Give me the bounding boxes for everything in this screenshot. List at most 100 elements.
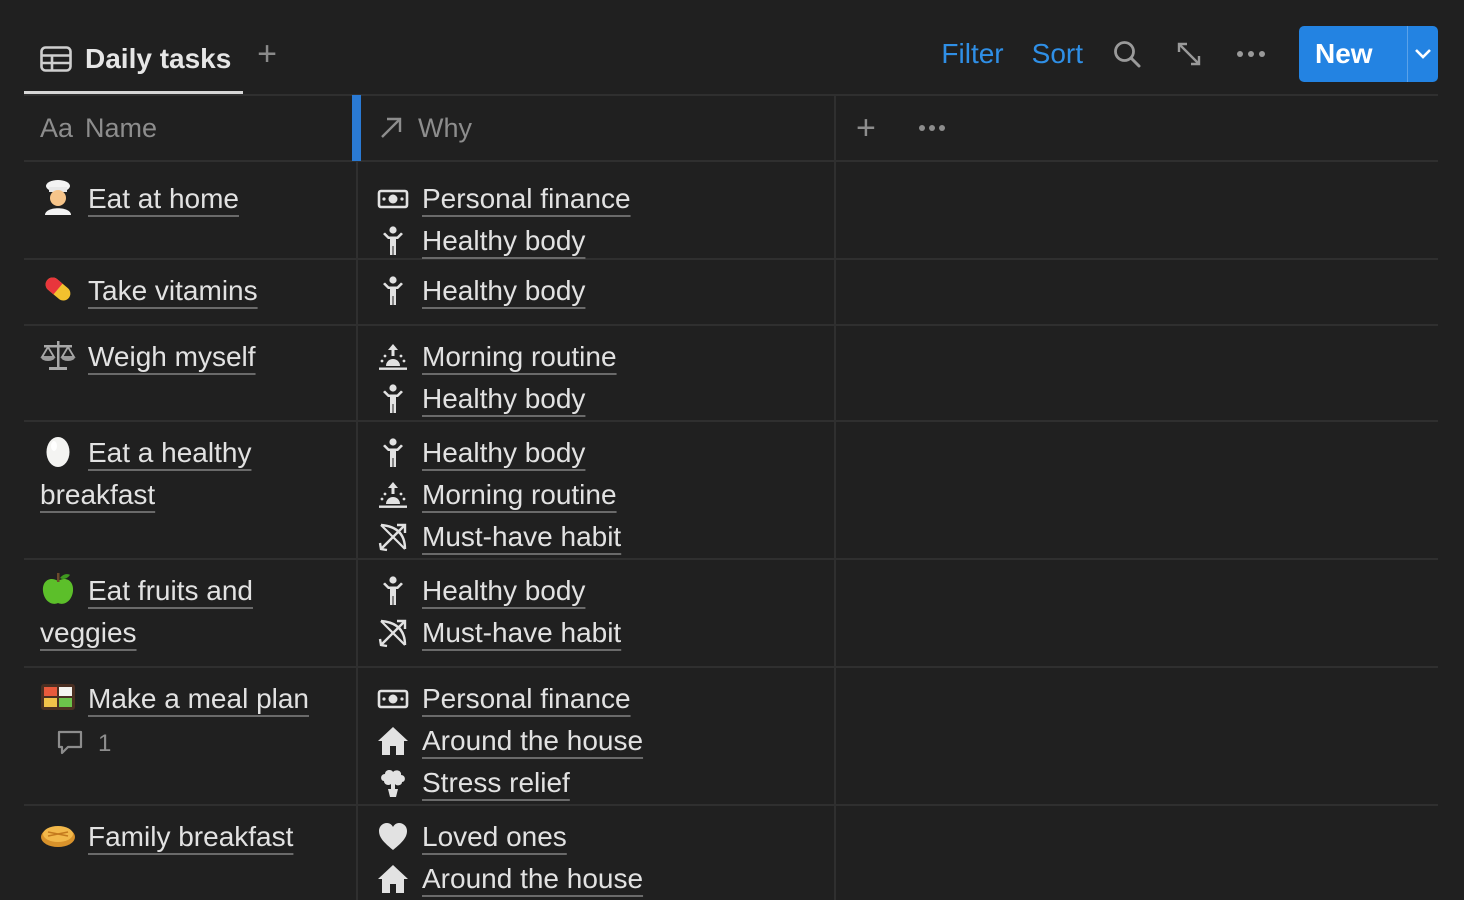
- chef-emoji: [40, 179, 76, 215]
- column-header-name[interactable]: Aa Name: [40, 96, 157, 160]
- table-row[interactable]: Eat a healthy breakfast Healthy body Morn…: [24, 422, 1438, 558]
- tag-label: Healthy body: [422, 275, 586, 306]
- relation-tag[interactable]: Around the house: [377, 720, 643, 762]
- tag-label: Healthy body: [422, 437, 586, 468]
- brain-icon: [377, 767, 409, 799]
- filter-button[interactable]: Filter: [941, 38, 1003, 70]
- view-title: Daily tasks: [85, 43, 232, 74]
- why-cell[interactable]: Healthy body Must-have habit: [377, 570, 621, 654]
- comment-count: 1: [98, 730, 112, 757]
- why-cell[interactable]: Healthy body: [377, 270, 585, 312]
- sunrise-icon: [377, 479, 409, 511]
- sunrise-icon: [377, 341, 409, 373]
- name-cell[interactable]: Eat fruits and veggies: [40, 570, 350, 654]
- row-title[interactable]: Eat a healthy: [88, 437, 251, 468]
- why-cell[interactable]: Personal finance Healthy body: [377, 178, 631, 262]
- table-icon: [39, 45, 73, 73]
- row-title-continued[interactable]: veggies: [40, 617, 137, 648]
- name-cell[interactable]: Make a meal plan: [40, 678, 350, 720]
- search-icon[interactable]: [1109, 36, 1145, 72]
- relation-tag[interactable]: Personal finance: [377, 178, 631, 220]
- money-icon: [377, 683, 409, 715]
- relation-tag[interactable]: Healthy body: [377, 432, 621, 474]
- relation-tag[interactable]: Morning routine: [377, 474, 621, 516]
- bento-emoji: [40, 679, 76, 715]
- house-icon: [377, 863, 409, 895]
- bow-arrow-icon: [377, 617, 409, 649]
- money-icon: [377, 183, 409, 215]
- table-row[interactable]: Take vitamins Healthy body: [24, 260, 1438, 324]
- scales-emoji: [40, 337, 76, 373]
- tag-label: Healthy body: [422, 575, 586, 606]
- add-column-button[interactable]: +: [856, 96, 876, 160]
- row-title[interactable]: Eat fruits and: [88, 575, 253, 606]
- name-cell[interactable]: Weigh myself: [40, 336, 350, 378]
- table-row[interactable]: Family breakfast Loved ones Around the h…: [24, 806, 1438, 900]
- add-view-button[interactable]: +: [252, 34, 282, 74]
- table-row[interactable]: Eat at home Personal finance Healthy bod…: [24, 162, 1438, 258]
- column-more-icon[interactable]: [918, 96, 946, 160]
- new-button[interactable]: New: [1299, 26, 1438, 82]
- person-icon: [377, 437, 409, 469]
- tag-label: Around the house: [422, 863, 644, 894]
- database-toolbar: Daily tasks + Filter Sort New: [24, 24, 1438, 94]
- column-resize-handle[interactable]: [352, 95, 361, 161]
- chevron-down-icon[interactable]: [1408, 48, 1438, 60]
- why-cell[interactable]: Morning routine Healthy body: [377, 336, 617, 420]
- relation-tag[interactable]: Morning routine: [377, 336, 617, 378]
- tag-label: Healthy body: [422, 383, 586, 414]
- relation-tag[interactable]: Around the house: [377, 858, 643, 900]
- name-cell[interactable]: Take vitamins: [40, 270, 350, 312]
- person-icon: [377, 225, 409, 257]
- relation-tag[interactable]: Loved ones: [377, 816, 643, 858]
- view-tab-daily-tasks[interactable]: Daily tasks: [24, 24, 243, 94]
- arrow-up-right-icon: [378, 115, 404, 141]
- house-icon: [377, 725, 409, 757]
- row-title[interactable]: Family breakfast: [88, 821, 293, 852]
- tag-label: Personal finance: [422, 683, 631, 714]
- row-title[interactable]: Make a meal plan: [88, 683, 309, 714]
- text-property-icon: Aa: [40, 112, 74, 143]
- pill-emoji: [40, 271, 76, 307]
- name-cell[interactable]: Eat a healthy breakfast: [40, 432, 350, 516]
- why-cell[interactable]: Personal finance Around the house Stress…: [377, 678, 643, 804]
- tag-label: Personal finance: [422, 183, 631, 214]
- relation-tag[interactable]: Healthy body: [377, 570, 621, 612]
- name-cell[interactable]: Eat at home: [40, 178, 350, 220]
- pie-emoji: [40, 817, 76, 853]
- egg-emoji: [40, 433, 76, 469]
- tag-label: Must-have habit: [422, 617, 622, 648]
- tag-label: Loved ones: [422, 821, 567, 852]
- name-cell[interactable]: Family breakfast: [40, 816, 350, 858]
- sort-button[interactable]: Sort: [1032, 38, 1083, 70]
- row-title[interactable]: Weigh myself: [88, 341, 256, 372]
- person-icon: [377, 383, 409, 415]
- row-title[interactable]: Take vitamins: [88, 275, 258, 306]
- comment-indicator[interactable]: 1: [56, 730, 111, 758]
- table-row[interactable]: Make a meal plan 1 Personal finance Arou…: [24, 668, 1438, 804]
- why-cell[interactable]: Healthy body Morning routine Must-have h…: [377, 432, 621, 558]
- relation-tag[interactable]: Personal finance: [377, 678, 643, 720]
- person-icon: [377, 275, 409, 307]
- tag-label: Stress relief: [422, 767, 570, 798]
- relation-tag[interactable]: Stress relief: [377, 762, 643, 804]
- relation-tag[interactable]: Healthy body: [377, 220, 631, 262]
- table-row[interactable]: Eat fruits and veggies Healthy body Must-…: [24, 560, 1438, 666]
- relation-tag[interactable]: Must-have habit: [377, 516, 621, 558]
- more-options-icon[interactable]: [1233, 36, 1269, 72]
- table-row[interactable]: Weigh myself Morning routine Healthy bod…: [24, 326, 1438, 420]
- tag-label: Must-have habit: [422, 521, 622, 552]
- relation-tag[interactable]: Must-have habit: [377, 612, 621, 654]
- column-header-why[interactable]: Why: [378, 96, 472, 160]
- relation-tag[interactable]: Healthy body: [377, 378, 617, 420]
- green-apple-emoji: [40, 571, 76, 607]
- expand-icon[interactable]: [1171, 36, 1207, 72]
- why-cell[interactable]: Loved ones Around the house: [377, 816, 643, 900]
- row-title[interactable]: Eat at home: [88, 183, 239, 214]
- relation-tag[interactable]: Healthy body: [377, 270, 585, 312]
- tag-label: Around the house: [422, 725, 644, 756]
- heart-icon: [377, 821, 409, 853]
- row-title-continued[interactable]: breakfast: [40, 479, 155, 510]
- column-label-name: Name: [85, 112, 158, 143]
- comment-icon: [56, 730, 86, 758]
